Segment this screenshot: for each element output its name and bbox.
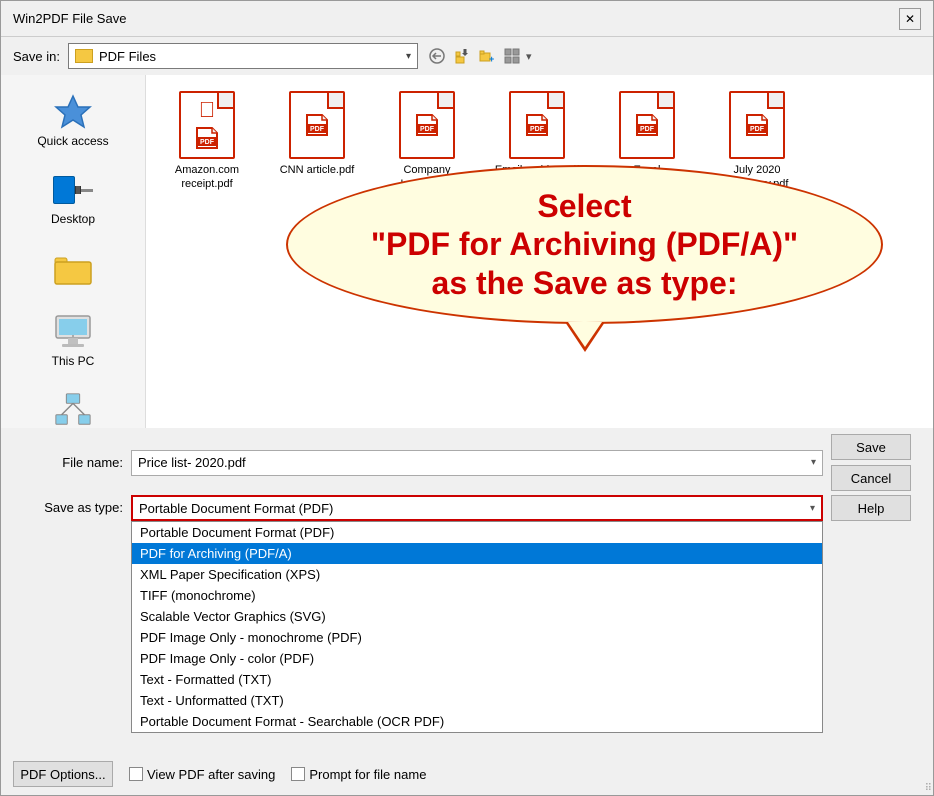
type-option-svg[interactable]: Scalable Vector Graphics (SVG) xyxy=(132,606,822,627)
views-dropdown-arrow[interactable]: ▾ xyxy=(526,50,532,63)
network-icon xyxy=(53,390,93,428)
dialog-window: Win2PDF File Save ✕ Save in: PDF Files ▾… xyxy=(0,0,934,796)
dropdown-arrow-icon: ▾ xyxy=(406,51,411,62)
sidebar-item-this-pc[interactable]: This PC xyxy=(18,305,128,375)
pdf-file-icon: PDF xyxy=(289,91,345,159)
type-option-pdf-mono[interactable]: PDF Image Only - monochrome (PDF) xyxy=(132,627,822,648)
list-item[interactable]:  PDFPDF Amazon.com receipt.pdf xyxy=(162,91,252,192)
save-as-type-value: Portable Document Format (PDF) xyxy=(139,501,333,516)
desktop-icon xyxy=(53,170,93,210)
dialog-title: Win2PDF File Save xyxy=(13,11,126,26)
pdf-options-button[interactable]: PDF Options... xyxy=(13,761,113,787)
list-item[interactable]: PDF Company Invoice.pdf xyxy=(382,91,472,192)
this-pc-icon xyxy=(53,312,93,352)
type-option-ocr[interactable]: Portable Document Format - Searchable (O… xyxy=(132,711,822,732)
list-item[interactable]: PDF Email archive.pdf xyxy=(492,91,582,192)
new-folder-icon: + xyxy=(479,48,495,64)
svg-text:PDF: PDF xyxy=(200,139,215,146)
sidebar-item-network[interactable]: Network xyxy=(18,383,128,428)
type-option-pdf[interactable]: Portable Document Format (PDF) xyxy=(132,522,822,543)
view-pdf-label: View PDF after saving xyxy=(147,767,275,782)
file-name-label: Company Invoice.pdf xyxy=(382,163,472,192)
quick-access-icon xyxy=(53,92,93,132)
resize-handle[interactable]: ⠿ xyxy=(920,782,934,796)
pdf-file-icon:  PDFPDF xyxy=(179,91,235,159)
file-name-row: File name: Price list- 2020.pdf ▾ Save C… xyxy=(1,428,933,495)
prompt-checkbox[interactable] xyxy=(291,767,305,781)
toolbar-icons: + ▾ xyxy=(426,45,532,67)
pdf-file-icon: PDF xyxy=(729,91,785,159)
type-dropdown-container: Portable Document Format (PDF) ▾ Portabl… xyxy=(131,495,823,521)
file-name-label: Excel spreadsheet....pdf xyxy=(602,163,692,192)
list-item[interactable]: PDF CNN article.pdf xyxy=(272,91,362,192)
title-bar: Win2PDF File Save ✕ xyxy=(1,1,933,37)
save-as-type-dropdown[interactable]: Portable Document Format (PDF) ▾ xyxy=(131,495,823,521)
svg-text:PDF: PDF xyxy=(530,126,545,133)
view-pdf-checkbox[interactable] xyxy=(129,767,143,781)
type-option-tiff[interactable]: TIFF (monochrome) xyxy=(132,585,822,606)
desktop-label: Desktop xyxy=(51,212,95,226)
documents-icon xyxy=(53,248,93,288)
prompt-option: Prompt for file name xyxy=(291,767,426,782)
svg-text:PDF: PDF xyxy=(420,126,435,133)
view-pdf-option: View PDF after saving xyxy=(129,767,275,782)
svg-text:+: + xyxy=(489,54,494,64)
content-area:  PDFPDF Amazon.com receipt.pdf PDF CNN … xyxy=(146,75,933,428)
type-option-txt-fmt[interactable]: Text - Formatted (TXT) xyxy=(132,669,822,690)
sidebar-item-documents[interactable] xyxy=(18,241,128,297)
list-item[interactable]: PDF Excel spreadsheet....pdf xyxy=(602,91,692,192)
sidebar-item-quick-access[interactable]: Quick access xyxy=(18,85,128,155)
sidebar-item-desktop[interactable]: Desktop xyxy=(18,163,128,233)
file-name-label: Email archive.pdf xyxy=(495,163,579,177)
pdf-file-icon: PDF xyxy=(619,91,675,159)
save-cancel-area: Save Cancel xyxy=(831,434,921,491)
bottom-section: File name: Price list- 2020.pdf ▾ Save C… xyxy=(1,428,933,795)
save-type-row: Save as type: Portable Document Format (… xyxy=(1,495,933,521)
file-grid:  PDFPDF Amazon.com receipt.pdf PDF CNN … xyxy=(146,75,933,208)
pdf-file-icon: PDF xyxy=(399,91,455,159)
folder-icon xyxy=(75,49,93,63)
cancel-button[interactable]: Cancel xyxy=(831,465,911,491)
svg-text:PDF: PDF xyxy=(310,126,325,133)
save-in-dropdown[interactable]: PDF Files ▾ xyxy=(68,43,418,69)
close-button[interactable]: ✕ xyxy=(899,8,921,30)
svg-text:PDF: PDF xyxy=(640,126,655,133)
type-option-xps[interactable]: XML Paper Specification (XPS) xyxy=(132,564,822,585)
list-item[interactable]: PDF July 2020 Inventory.pdf xyxy=(712,91,802,192)
file-name-dropdown-arrow: ▾ xyxy=(811,457,816,468)
help-area: Help xyxy=(831,495,921,521)
save-button[interactable]: Save xyxy=(831,434,911,460)
save-as-type-label: Save as type: xyxy=(13,495,123,515)
type-dropdown-arrow: ▾ xyxy=(810,503,815,514)
save-in-label: Save in: xyxy=(13,49,60,64)
file-name-label: Amazon.com receipt.pdf xyxy=(162,163,252,192)
new-folder-button[interactable]: + xyxy=(476,45,498,67)
main-body: Quick access Desktop xyxy=(1,75,933,428)
type-option-txt-unfmt[interactable]: Text - Unformatted (TXT) xyxy=(132,690,822,711)
file-name-label: File name: xyxy=(13,455,123,470)
type-option-pdfa[interactable]: PDF for Archiving (PDF/A) xyxy=(132,543,822,564)
prompt-label: Prompt for file name xyxy=(309,767,426,782)
help-button[interactable]: Help xyxy=(831,495,911,521)
svg-text:PDF: PDF xyxy=(750,126,765,133)
back-icon xyxy=(429,48,445,64)
sidebar: Quick access Desktop xyxy=(1,75,146,428)
nav-up-button[interactable] xyxy=(451,45,473,67)
type-option-pdf-color[interactable]: PDF Image Only - color (PDF) xyxy=(132,648,822,669)
views-icon xyxy=(504,48,520,64)
this-pc-label: This PC xyxy=(52,354,95,368)
views-button[interactable] xyxy=(501,45,523,67)
pdf-file-icon: PDF xyxy=(509,91,565,159)
nav-back-button[interactable] xyxy=(426,45,448,67)
file-name-label: July 2020 Inventory.pdf xyxy=(712,163,802,192)
file-name-value: Price list- 2020.pdf xyxy=(138,455,246,470)
up-icon xyxy=(454,48,470,64)
type-dropdown-list: Portable Document Format (PDF) PDF for A… xyxy=(131,521,823,733)
save-in-path: PDF Files xyxy=(99,49,400,64)
file-name-label: CNN article.pdf xyxy=(280,163,355,177)
quick-access-label: Quick access xyxy=(37,134,108,148)
resize-icon: ⠿ xyxy=(925,784,932,794)
file-name-input[interactable]: Price list- 2020.pdf ▾ xyxy=(131,450,823,476)
toolbar-row: Save in: PDF Files ▾ + ▾ xyxy=(1,37,933,75)
